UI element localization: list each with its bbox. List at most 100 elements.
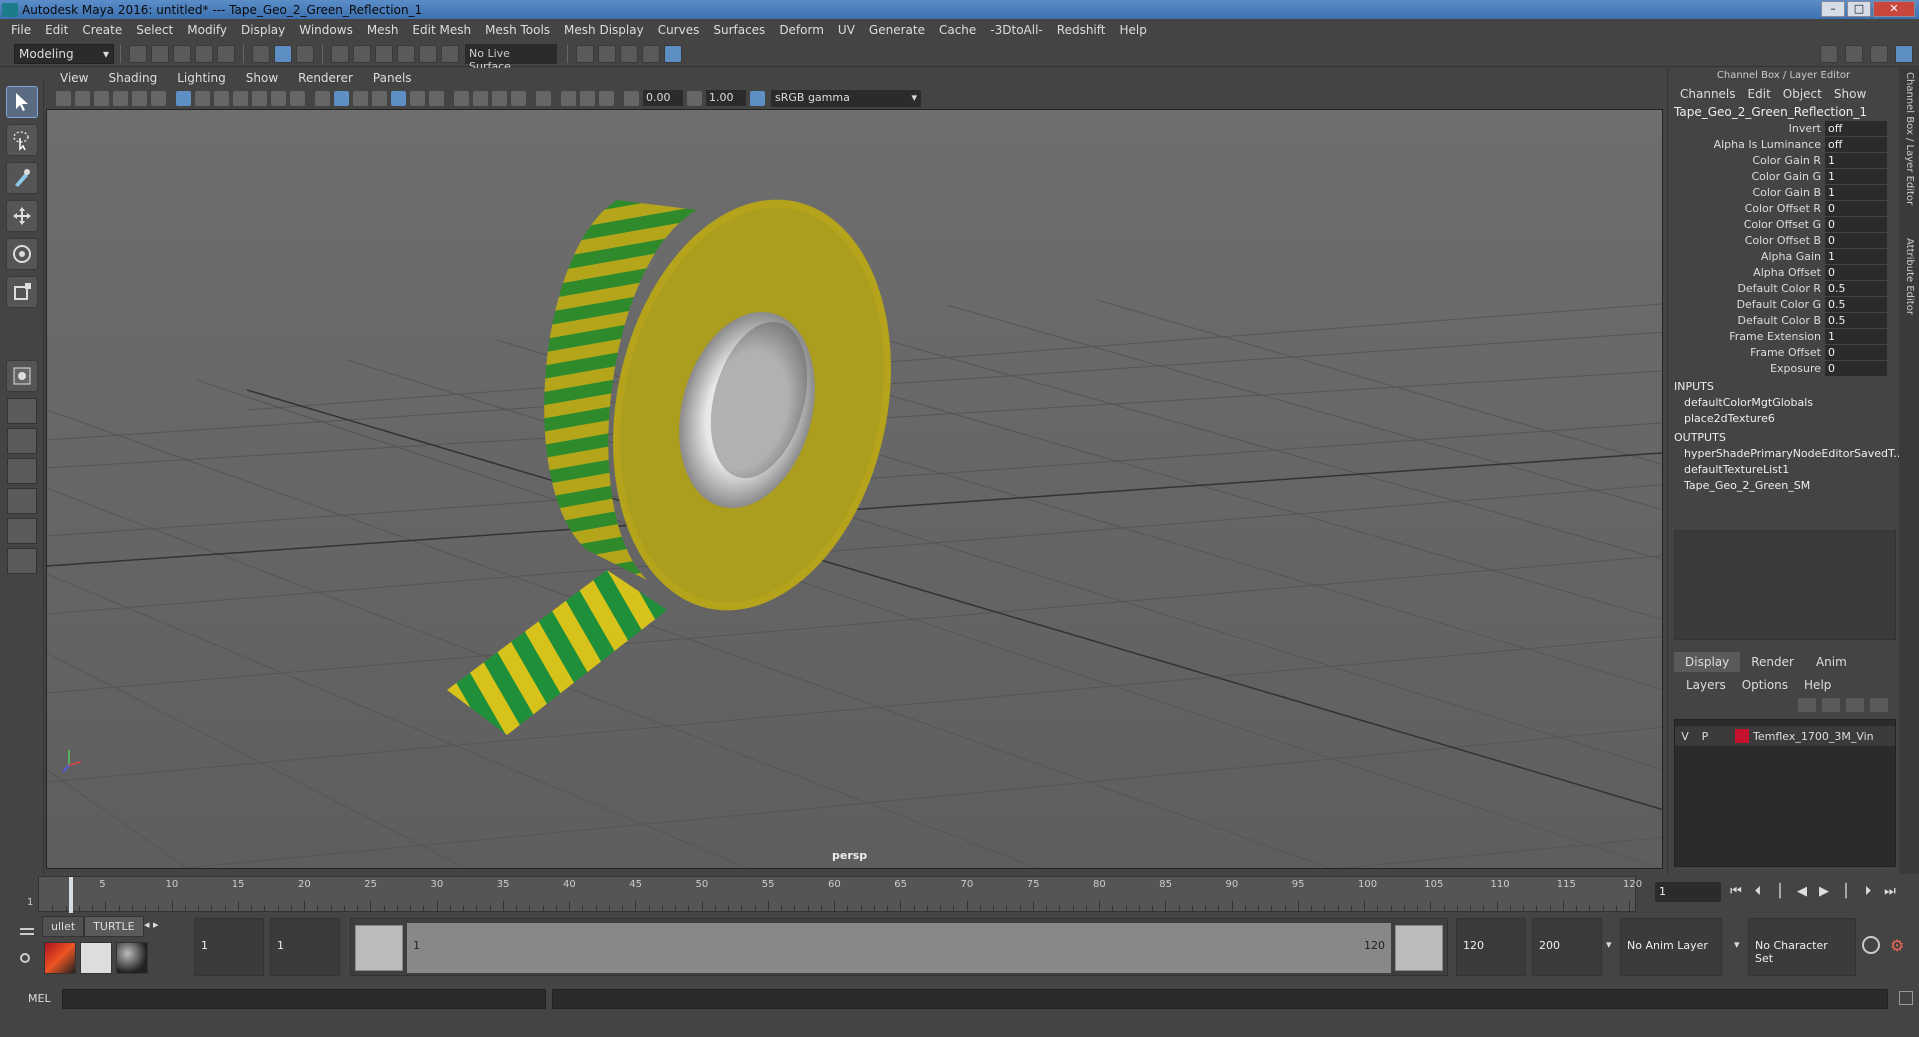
ipr-render-icon[interactable] — [620, 44, 638, 63]
select-hierarchy-icon[interactable] — [252, 44, 270, 63]
attribute-value-field[interactable]: 0.5 — [1825, 312, 1887, 328]
menu-uv[interactable]: UV — [831, 23, 862, 37]
step-back-frame-icon[interactable]: ⎮ — [1772, 884, 1788, 900]
current-time-indicator[interactable] — [69, 877, 73, 913]
select-tool-icon[interactable] — [6, 86, 38, 118]
color-management-icon[interactable] — [750, 90, 765, 106]
input-node[interactable]: place2dTexture6 — [1668, 411, 1899, 427]
channel-menu-channels[interactable]: Channels — [1674, 87, 1742, 101]
outliner-persp-layout-icon[interactable] — [7, 548, 37, 574]
menu-edit-mesh[interactable]: Edit Mesh — [405, 23, 478, 37]
turtle-bake-icon[interactable] — [80, 942, 112, 974]
step-back-key-icon[interactable]: ⏴ — [1750, 884, 1766, 900]
panel-menu-shading[interactable]: Shading — [98, 71, 167, 85]
attribute-label[interactable]: Color Offset B — [1668, 234, 1825, 247]
menu-deform[interactable]: Deform — [772, 23, 831, 37]
menu-3dtoall[interactable]: -3DtoAll- — [983, 23, 1049, 37]
time-ruler[interactable]: 1 5 10 15 20 25 30 35 40 45 50 55 60 65 70 75 80 85 90 95 1… — [27, 876, 1642, 913]
make-live-icon[interactable] — [441, 44, 459, 63]
go-to-end-icon[interactable]: ⏭ — [1882, 884, 1898, 900]
panel-menu-lighting[interactable]: Lighting — [167, 71, 236, 85]
output-node[interactable]: hyperShadePrimaryNodeEditorSavedT... — [1668, 446, 1899, 462]
maximize-button[interactable]: □ — [1847, 1, 1871, 17]
lasso-tool-icon[interactable] — [6, 124, 38, 156]
layer-menu-layers[interactable]: Layers — [1678, 678, 1734, 692]
attribute-value-field[interactable]: off — [1825, 120, 1887, 136]
range-end-handle[interactable] — [1395, 925, 1443, 971]
persp-hypershade-layout-icon[interactable] — [7, 518, 37, 544]
panel-menu-panels[interactable]: Panels — [363, 71, 422, 85]
menu-cache[interactable]: Cache — [932, 23, 983, 37]
2d-pan-zoom-icon[interactable] — [132, 90, 147, 106]
tab-display[interactable]: Display — [1674, 652, 1741, 672]
exposure-field[interactable]: 0.00 — [643, 90, 683, 106]
layer-menu-help[interactable]: Help — [1796, 678, 1839, 692]
panel-menu-renderer[interactable]: Renderer — [288, 71, 363, 85]
camera-attributes-icon[interactable] — [75, 90, 90, 106]
wireframe-icon[interactable] — [315, 90, 330, 106]
xray-joints-icon[interactable] — [561, 90, 576, 106]
attribute-value-field[interactable]: 1 — [1825, 168, 1887, 184]
attribute-label[interactable]: Color Gain R — [1668, 154, 1825, 167]
shelf-menu-icon[interactable] — [20, 922, 34, 972]
side-by-side-layout-icon[interactable] — [7, 428, 37, 454]
channel-menu-edit[interactable]: Edit — [1742, 87, 1777, 101]
isolate-select-icon[interactable] — [536, 90, 551, 106]
layer-playback-toggle[interactable]: P — [1695, 730, 1715, 743]
attribute-label[interactable]: Frame Offset — [1668, 346, 1825, 359]
view-transform-dropdown[interactable]: sRGB gamma ▾ — [771, 89, 921, 107]
attribute-label[interactable]: Exposure — [1668, 362, 1825, 375]
shelf-tab-ullet[interactable]: ullet — [42, 916, 85, 937]
menu-set-dropdown[interactable]: Modeling ▾ — [14, 43, 114, 64]
gate-mask-icon[interactable] — [233, 90, 248, 106]
tab-render[interactable]: Render — [1740, 652, 1805, 672]
persp-graph-layout-icon[interactable] — [7, 488, 37, 514]
channel-box-toggle-icon[interactable] — [1895, 45, 1913, 63]
play-forward-icon[interactable]: ▶ — [1816, 884, 1832, 900]
go-to-start-icon[interactable]: ⏮ — [1728, 884, 1744, 900]
move-layer-up-icon[interactable] — [1798, 698, 1816, 712]
chevron-down-icon[interactable]: ▾ — [1606, 938, 1612, 951]
menu-help[interactable]: Help — [1112, 23, 1153, 37]
gamma-field[interactable]: 1.00 — [706, 90, 746, 106]
panel-menu-view[interactable]: View — [50, 71, 98, 85]
render-settings-icon[interactable] — [576, 44, 594, 63]
new-layer-icon[interactable] — [1846, 698, 1864, 712]
attribute-value-field[interactable]: 0 — [1825, 216, 1887, 232]
channel-box-side-tab[interactable]: Channel Box / Layer Editor — [1904, 72, 1915, 205]
field-chart-icon[interactable] — [252, 90, 267, 106]
attribute-value-field[interactable]: 1 — [1825, 328, 1887, 344]
layer-name[interactable]: Temflex_1700_3M_Vinyl_E — [1753, 730, 1873, 743]
playback-end-field[interactable]: 120 — [1456, 918, 1526, 976]
menu-display[interactable]: Display — [234, 23, 292, 37]
smooth-shade-icon[interactable] — [334, 90, 349, 106]
shadows-icon[interactable] — [429, 90, 444, 106]
attribute-label[interactable]: Color Gain G — [1668, 170, 1825, 183]
menu-file[interactable]: File — [4, 23, 38, 37]
exposure-icon[interactable] — [624, 90, 639, 106]
snap-view-plane-icon[interactable] — [397, 44, 415, 63]
menu-edit[interactable]: Edit — [38, 23, 75, 37]
attribute-value-field[interactable]: 0 — [1825, 264, 1887, 280]
undo-icon[interactable] — [195, 44, 213, 63]
layer-color-swatch[interactable] — [1735, 729, 1749, 743]
menu-mesh-display[interactable]: Mesh Display — [557, 23, 651, 37]
persp-outliner-layout-icon[interactable] — [7, 458, 37, 484]
menu-mesh[interactable]: Mesh — [360, 23, 406, 37]
open-scene-icon[interactable] — [151, 44, 169, 63]
selected-node-name[interactable]: Tape_Geo_2_Green_Reflection_1 — [1668, 104, 1899, 120]
step-forward-frame-icon[interactable]: ⎮ — [1838, 884, 1854, 900]
chevron-down-icon[interactable]: ▾ — [1734, 938, 1740, 951]
film-gate-icon[interactable] — [195, 90, 210, 106]
attribute-editor-side-tab[interactable]: Attribute Editor — [1904, 238, 1915, 315]
shelf-tab-scroll[interactable]: ◂ ▸ — [144, 918, 159, 931]
menu-modify[interactable]: Modify — [180, 23, 234, 37]
menu-curves[interactable]: Curves — [651, 23, 707, 37]
modeling-toolkit-icon[interactable] — [1820, 45, 1838, 63]
menu-surfaces[interactable]: Surfaces — [706, 23, 772, 37]
menu-create[interactable]: Create — [75, 23, 129, 37]
input-node[interactable]: defaultColorMgtGlobals — [1668, 395, 1899, 411]
screen-space-ao-icon[interactable] — [454, 90, 469, 106]
range-bar[interactable]: 1 120 — [350, 918, 1448, 976]
snap-surface-icon[interactable] — [419, 44, 437, 63]
